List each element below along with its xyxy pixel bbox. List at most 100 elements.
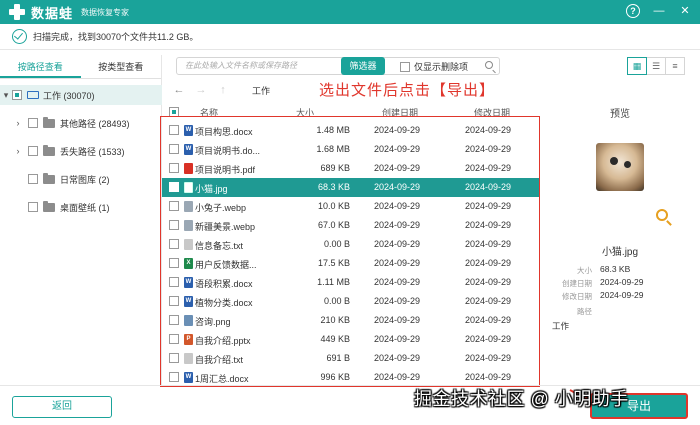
list-view-icon[interactable]: ☰ [646,57,666,75]
select-all-checkbox[interactable] [169,107,179,117]
tree-item-desktop-wallpaper[interactable]: 桌面壁纸 (1) [0,197,162,217]
file-checkbox[interactable] [169,353,179,363]
file-modified-date: 2024-09-29 [465,258,512,268]
file-created-date: 2024-09-29 [374,277,421,287]
file-size: 0.00 B [323,296,350,306]
file-name: 1周汇总.docx [195,374,249,384]
file-checkbox[interactable] [169,182,179,192]
file-modified-date: 2024-09-29 [465,144,512,154]
file-row[interactable]: 咨询.png 210 KB 2024-09-29 2024-09-29 [162,311,540,330]
file-checkbox[interactable] [169,163,179,173]
file-checkbox[interactable] [169,277,179,287]
back-arrow-icon[interactable]: ← [168,84,190,96]
file-type-icon: W [184,296,193,307]
file-row[interactable]: 小猫.jpg 68.3 KB 2024-09-29 2024-09-29 [162,178,540,197]
file-created-date: 2024-09-29 [374,163,421,173]
file-row[interactable]: 信息备忘.txt 0.00 B 2024-09-29 2024-09-29 [162,235,540,254]
file-type-icon [184,315,193,326]
file-row[interactable]: W 1周汇总.docx 996 KB 2024-09-29 2024-09-29 [162,368,540,385]
file-checkbox[interactable] [169,125,179,135]
preview-path-value: 工作 [552,321,570,331]
filter-button[interactable]: 筛选器 [341,57,385,75]
forward-arrow-icon[interactable]: → [190,84,212,96]
minimize-button[interactable]: — [652,4,666,18]
file-modified-date: 2024-09-29 [465,353,512,363]
file-checkbox[interactable] [169,144,179,154]
back-button[interactable]: 返回 [12,396,112,418]
file-checkbox[interactable] [169,315,179,325]
app-logo: 数据蛙 数据恢复专家 [8,3,129,22]
file-modified-date: 2024-09-29 [465,372,512,382]
file-list-header: 名称 大小 创建日期 修改日期 [162,103,540,121]
file-row[interactable]: W 项目构思.docx 1.48 MB 2024-09-29 2024-09-29 [162,121,540,140]
file-checkbox[interactable] [169,201,179,211]
file-row[interactable]: W 植物分类.docx 0.00 B 2024-09-29 2024-09-29 [162,292,540,311]
file-row[interactable]: W 项目说明书.do... 1.68 MB 2024-09-29 2024-09-29 [162,140,540,159]
tree-item-other-paths[interactable]: › 其他路径 (28493) [0,113,162,133]
file-size: 689 KB [320,163,350,173]
preview-size-row: 大小 68.3 KB [540,264,700,277]
tree-checkbox[interactable] [28,174,38,184]
tree-item-daily-gallery[interactable]: 日常图库 (2) [0,169,162,189]
file-row[interactable]: 项目说明书.pdf 689 KB 2024-09-29 2024-09-29 [162,159,540,178]
file-created-date: 2024-09-29 [374,182,421,192]
file-checkbox[interactable] [169,334,179,344]
deleted-only-toggle[interactable]: 仅显示删除项 [400,60,468,73]
column-created[interactable]: 创建日期 [382,106,418,119]
file-checkbox[interactable] [169,296,179,306]
preview-file-name: 小猫.jpg [601,247,639,258]
file-name: 用户反馈数据... [195,260,257,270]
file-modified-date: 2024-09-29 [465,163,512,173]
deleted-only-checkbox[interactable] [400,61,410,72]
tree-item-lost-paths[interactable]: › 丢失路径 (1533) [0,141,162,161]
file-modified-date: 2024-09-29 [465,125,512,135]
file-type-icon: P [184,334,193,345]
file-name: 自我介绍.txt [195,355,244,365]
file-size: 1.48 MB [316,125,350,135]
file-row[interactable]: P 自我介绍.pptx 449 KB 2024-09-29 2024-09-29 [162,330,540,349]
file-checkbox[interactable] [169,239,179,249]
tree-item-work[interactable]: ▾ 工作 (30070) [0,85,162,105]
tree-checkbox[interactable] [12,90,22,100]
grid-view-icon[interactable]: ▦ [627,57,647,75]
preview-title: 预览 [610,109,630,120]
file-checkbox[interactable] [169,220,179,230]
file-size: 17.5 KB [317,258,350,268]
file-checkbox[interactable] [169,372,179,382]
file-modified-date: 2024-09-29 [465,334,512,344]
detail-view-icon[interactable]: ≡ [665,57,685,75]
tab-by-path[interactable]: 按路径查看 [0,55,81,78]
search-icon[interactable] [485,61,493,69]
preview-size-value: 68.3 KB [600,264,631,274]
zoom-icon[interactable] [656,209,668,221]
file-name: 咨询.png [195,317,231,327]
tree-checkbox[interactable] [28,146,38,156]
file-row[interactable]: 新疆美景.webp 67.0 KB 2024-09-29 2024-09-29 [162,216,540,235]
preview-created-row: 创建日期 2024-09-29 [540,277,700,290]
collapse-arrow-icon[interactable]: ▾ [0,90,12,101]
app-name: 数据蛙 [31,5,74,21]
help-icon[interactable]: ? [626,4,640,18]
close-button[interactable]: ✕ [678,4,692,18]
tree-checkbox[interactable] [28,202,38,212]
file-row[interactable]: 自我介绍.txt 691 B 2024-09-29 2024-09-29 [162,349,540,368]
file-type-icon [184,239,193,250]
file-checkbox[interactable] [169,258,179,268]
tree-item-label: 丢失路径 (1533) [60,146,125,157]
tab-by-type[interactable]: 按类型查看 [81,55,162,78]
column-modified[interactable]: 修改日期 [474,106,510,119]
up-arrow-icon[interactable]: ↑ [212,84,234,96]
file-row[interactable]: W 语段积累.docx 1.11 MB 2024-09-29 2024-09-29 [162,273,540,292]
column-name[interactable]: 名称 [200,106,218,119]
expand-arrow-icon[interactable]: › [12,118,24,128]
file-created-date: 2024-09-29 [374,334,421,344]
file-row[interactable]: X 用户反馈数据... 17.5 KB 2024-09-29 2024-09-29 [162,254,540,273]
tree-checkbox[interactable] [28,118,38,128]
file-modified-date: 2024-09-29 [465,220,512,230]
expand-arrow-icon[interactable]: › [12,146,24,156]
column-size[interactable]: 大小 [296,106,314,119]
file-row[interactable]: 小兔子.webp 10.0 KB 2024-09-29 2024-09-29 [162,197,540,216]
file-type-icon [184,163,193,174]
file-name: 植物分类.docx [195,298,253,308]
file-created-date: 2024-09-29 [374,353,421,363]
